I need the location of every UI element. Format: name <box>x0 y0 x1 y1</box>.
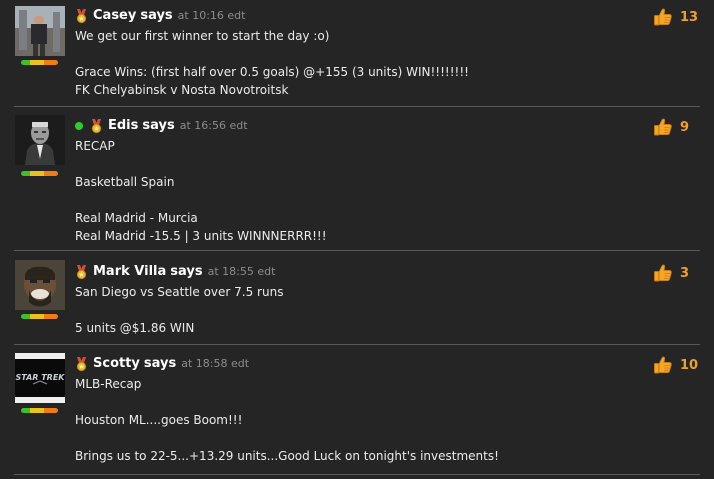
author-name[interactable]: Scotty <box>93 356 140 371</box>
comment-text: MLB-Recap <box>75 377 142 391</box>
divider <box>14 250 700 251</box>
timestamp: at 10:16 edt <box>177 9 246 22</box>
says-label: says <box>170 264 203 279</box>
says-label: says <box>142 118 175 133</box>
like-count: 13 <box>680 9 699 25</box>
says-label: says <box>143 356 177 371</box>
timestamp: at 16:56 edt <box>179 119 248 132</box>
comment-text: Basketball Spain <box>75 175 175 189</box>
medal-icon <box>75 357 88 371</box>
avatar[interactable] <box>15 6 65 56</box>
comment-text: San Diego vs Seattle over 7.5 runs <box>75 285 284 299</box>
author-name[interactable]: Edis <box>108 118 138 133</box>
thumbs-up-icon <box>653 117 673 137</box>
like-button[interactable]: 9 <box>653 117 689 137</box>
comment-text: Houston ML....goes Boom!!! <box>75 413 243 427</box>
reputation-bar <box>21 60 58 65</box>
thumbs-up-icon <box>653 355 673 375</box>
comment-text: 5 units @$1.86 WIN <box>75 321 195 335</box>
author-name[interactable]: Mark Villa <box>93 264 166 279</box>
medal-icon <box>90 119 103 133</box>
reputation-bar <box>21 314 58 319</box>
divider <box>14 474 700 475</box>
medal-icon <box>75 265 88 279</box>
like-button[interactable]: 10 <box>653 355 698 375</box>
comment-text: We get our first winner to start the day… <box>75 29 330 43</box>
reputation-bar <box>21 171 58 176</box>
comment-text: RECAP <box>75 139 115 153</box>
comment-text: FK Chelyabinsk v Nosta Novotroitsk <box>75 83 289 97</box>
comment-text: Real Madrid -15.5 | 3 units WINNNERRR!!! <box>75 229 327 243</box>
comment-text: Brings us to 22-5...+13.29 units...Good … <box>75 449 499 463</box>
medal-icon <box>75 9 88 23</box>
comment-text: Grace Wins: (first half over 0.5 goals) … <box>75 65 469 79</box>
reputation-bar <box>21 408 58 413</box>
comment-text: Real Madrid - Murcia <box>75 211 198 225</box>
avatar[interactable]: STAR TREK <box>15 353 65 403</box>
divider <box>14 106 700 107</box>
like-button[interactable]: 13 <box>653 7 698 27</box>
online-status-icon <box>75 121 83 130</box>
thumbs-up-icon <box>653 263 673 283</box>
like-count: 9 <box>680 119 690 135</box>
avatar[interactable] <box>15 260 65 310</box>
like-button[interactable]: 3 <box>653 263 689 283</box>
thumbs-up-icon <box>653 7 673 27</box>
like-count: 3 <box>680 265 690 281</box>
divider <box>14 344 700 345</box>
timestamp: at 18:58 edt <box>181 357 250 370</box>
avatar[interactable] <box>15 115 65 165</box>
says-label: says <box>140 8 173 23</box>
like-count: 10 <box>680 357 699 373</box>
author-name[interactable]: Casey <box>93 8 136 23</box>
timestamp: at 18:55 edt <box>207 265 276 278</box>
